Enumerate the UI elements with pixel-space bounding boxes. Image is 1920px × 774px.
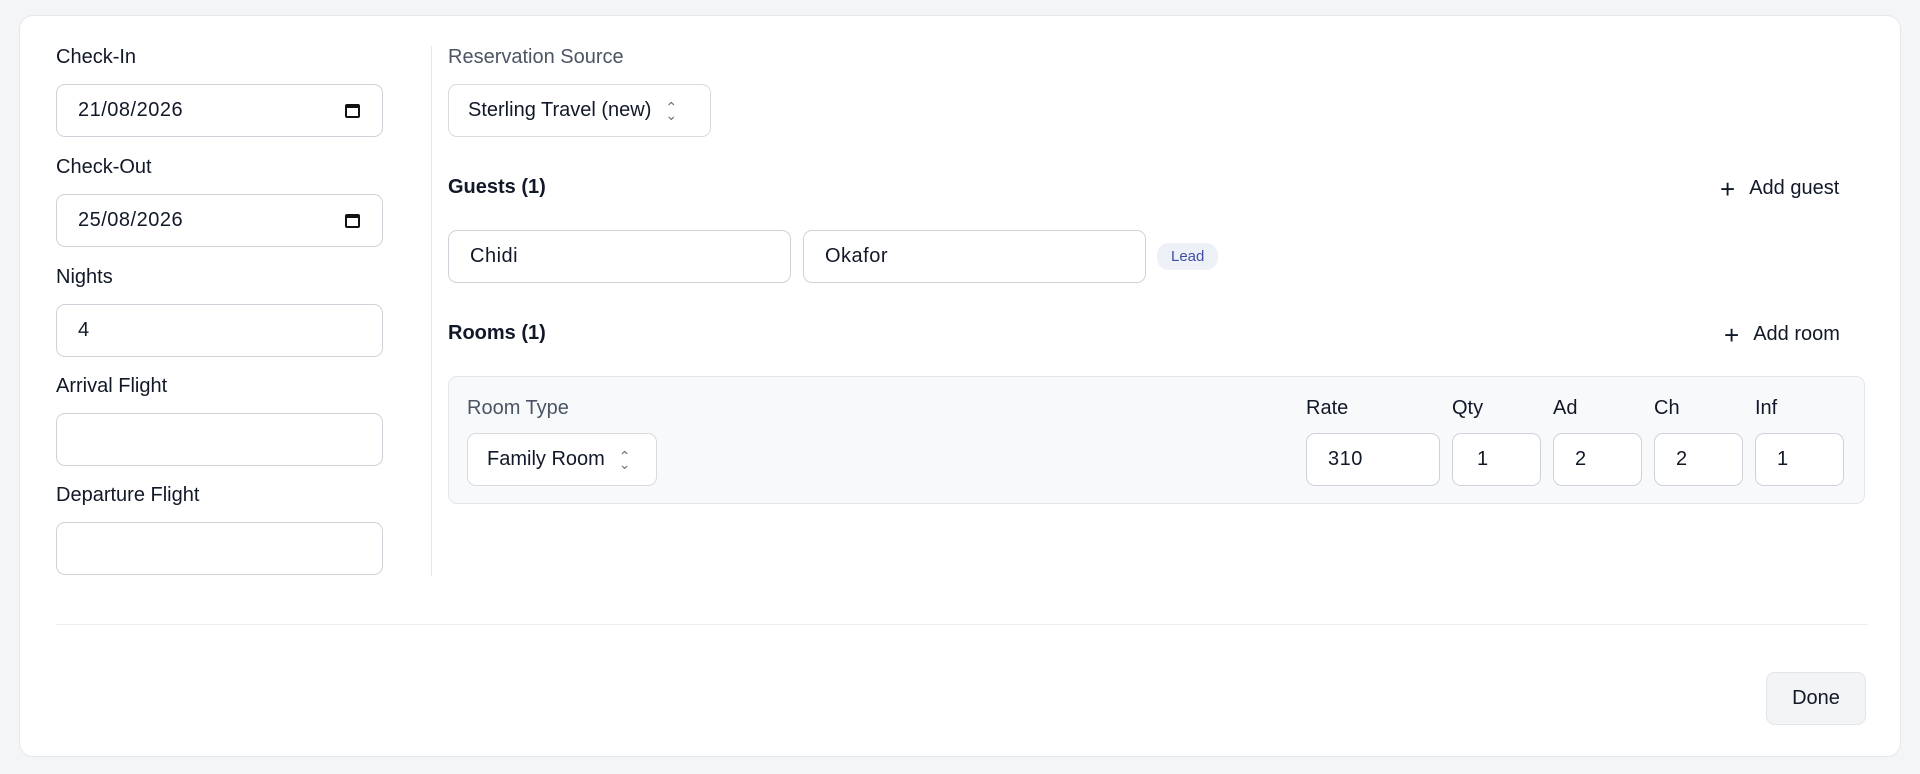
plus-icon: + [1724,319,1740,350]
infants-value: 1 [1777,448,1789,470]
room-type-select[interactable]: Family Room ⌃ ⌄ [467,433,657,486]
arrival-flight-label: Arrival Flight [56,375,168,397]
check-in-value: 21/08/2026 [78,99,184,121]
infants-input[interactable]: 1 [1755,433,1844,486]
nights-label: Nights [56,266,113,288]
children-input[interactable]: 2 [1654,433,1743,486]
reservation-source-select[interactable]: Sterling Travel (new) ⌃ ⌄ [448,84,711,137]
qty-input[interactable]: 1 [1452,433,1541,486]
children-value: 2 [1676,448,1688,470]
check-out-label: Check-Out [56,156,152,178]
reservation-source-value: Sterling Travel (new) [468,99,652,121]
guest-first-name-value: Chidi [470,245,519,267]
adults-input[interactable]: 2 [1553,433,1642,486]
departure-flight-label: Departure Flight [56,484,200,506]
guest-first-name-input[interactable]: Chidi [448,230,791,283]
infants-label: Inf [1755,397,1778,419]
add-room-label: Add room [1753,323,1840,345]
column-divider [431,46,432,576]
room-row: Room Type Family Room ⌃ ⌄ Rate 310 Qty 1 … [448,376,1865,504]
chevron-updown-icon: ⌃ ⌄ [665,98,678,123]
footer-divider [56,624,1868,625]
rate-value: 310 [1328,448,1363,470]
room-type-label: Room Type [467,397,569,419]
qty-label: Qty [1452,397,1484,419]
adults-value: 2 [1575,448,1587,470]
nights-value: 4 [78,319,90,341]
add-room-button[interactable]: + Add room [1724,319,1840,350]
check-out-date-field[interactable]: 25/08/2026 [56,194,383,247]
calendar-icon[interactable] [345,213,360,229]
rate-input[interactable]: 310 [1306,433,1440,486]
check-in-label: Check-In [56,46,137,68]
arrival-flight-input[interactable] [56,413,383,466]
rate-label: Rate [1306,397,1349,419]
guest-last-name-input[interactable]: Okafor [803,230,1146,283]
add-guest-label: Add guest [1749,177,1840,199]
reservation-source-label: Reservation Source [448,46,624,68]
departure-flight-input[interactable] [56,522,383,575]
check-out-value: 25/08/2026 [78,209,184,231]
plus-icon: + [1720,173,1736,204]
reservation-card: Check-In 21/08/2026 Check-Out 25/08/2026… [19,15,1901,757]
qty-value: 1 [1477,448,1489,470]
nights-input[interactable]: 4 [56,304,383,357]
guests-heading: Guests (1) [448,176,546,198]
rooms-heading: Rooms (1) [448,322,546,344]
room-type-value: Family Room [487,448,605,470]
children-label: Ch [1654,397,1680,419]
chevron-updown-icon: ⌃ ⌄ [618,447,631,472]
lead-badge: Lead [1157,243,1219,270]
add-guest-button[interactable]: + Add guest [1720,173,1840,204]
calendar-icon[interactable] [345,103,360,119]
done-button[interactable]: Done [1766,672,1866,725]
check-in-date-field[interactable]: 21/08/2026 [56,84,383,137]
adults-label: Ad [1553,397,1578,419]
guest-last-name-value: Okafor [825,245,889,267]
